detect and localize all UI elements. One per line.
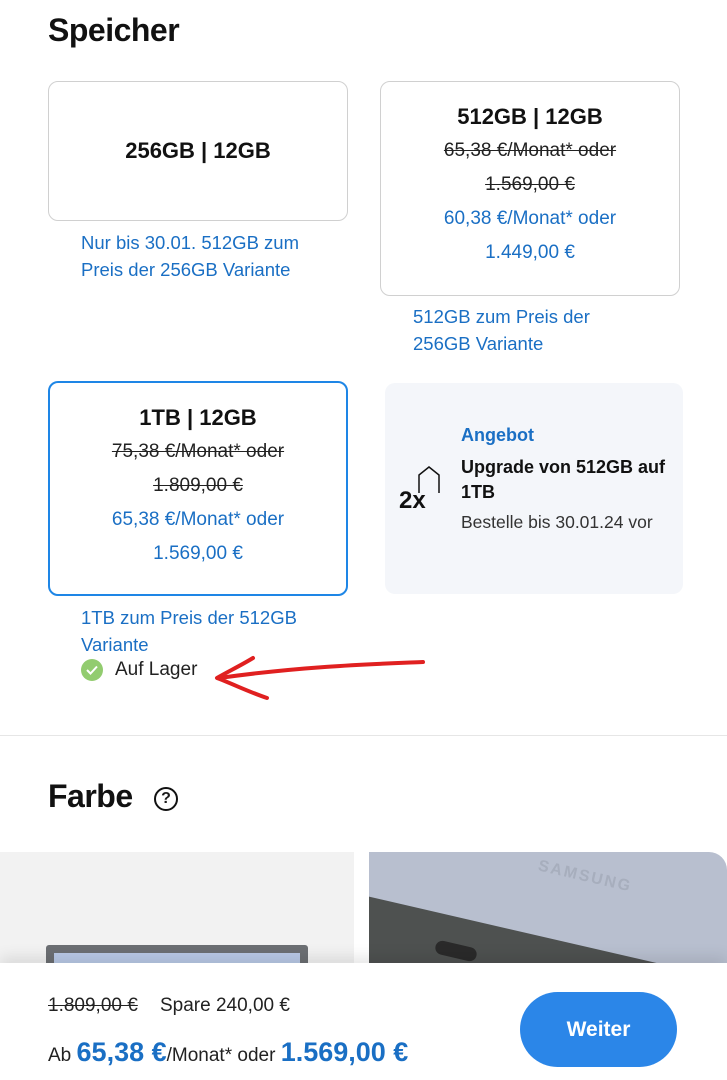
storage-promo-256gb: Nur bis 30.01. 512GB zum Preis der 256GB… bbox=[81, 229, 299, 283]
storage-option-name: 256GB | 12GB bbox=[125, 138, 271, 163]
price: 1.569,00 € bbox=[153, 543, 243, 564]
help-icon[interactable]: ? bbox=[154, 787, 178, 811]
checkout-bar: 1.809,00 € Spare 240,00 € Ab 65,38 €/Mon… bbox=[0, 963, 727, 1080]
total-amount: 1.569,00 € bbox=[280, 1037, 409, 1067]
promo-line: 1TB zum Preis der 512GB bbox=[81, 607, 297, 628]
monthly-price: 65,38 €/Monat* oder bbox=[111, 509, 285, 530]
stock-status: Auf Lager bbox=[81, 659, 197, 681]
device-preview bbox=[369, 892, 727, 972]
offer-label: Angebot bbox=[461, 425, 534, 445]
color-image-1[interactable] bbox=[0, 852, 354, 975]
storage-section-title: Speicher bbox=[48, 12, 180, 48]
offer-box: 2x Angebot Upgrade von 512GB auf 1TB Bes… bbox=[385, 383, 683, 594]
storage-promo-1tb: 1TB zum Preis der 512GB Variante bbox=[81, 604, 297, 658]
continue-button[interactable]: Weiter bbox=[520, 992, 677, 1067]
promo-line: 256GB Variante bbox=[413, 333, 544, 354]
price-prefix: Ab bbox=[48, 1045, 72, 1066]
brand-text: SAMSUNG bbox=[536, 857, 634, 896]
offer-icon-text: 2x bbox=[399, 487, 426, 513]
offer-subtext: Bestelle bis 30.01.24 vor bbox=[461, 512, 653, 532]
stock-label: Auf Lager bbox=[115, 659, 198, 680]
price-summary: Ab 65,38 €/Monat* oder 1.569,00 € bbox=[48, 1037, 408, 1068]
price: 1.449,00 € bbox=[485, 242, 575, 263]
old-monthly-price: 75,38 €/Monat* oder bbox=[111, 441, 285, 462]
upgrade-arrow-icon: 2x bbox=[397, 463, 447, 514]
old-total-price: 1.809,00 € bbox=[48, 995, 138, 1016]
storage-option-1tb[interactable]: 1TB | 12GB 75,38 €/Monat* oder 1.809,00 … bbox=[48, 381, 348, 596]
old-monthly-price: 65,38 €/Monat* oder bbox=[443, 140, 617, 161]
check-circle-icon bbox=[81, 659, 103, 681]
storage-option-256gb[interactable]: 256GB | 12GB bbox=[48, 81, 348, 221]
old-price: 1.809,00 € bbox=[153, 475, 243, 496]
monthly-suffix: /Monat* oder bbox=[166, 1045, 276, 1066]
storage-option-name: 1TB | 12GB bbox=[139, 405, 257, 430]
monthly-amount: 65,38 € bbox=[76, 1037, 167, 1067]
storage-promo-512gb: 512GB zum Preis der 256GB Variante bbox=[413, 303, 590, 357]
storage-option-512gb[interactable]: 512GB | 12GB 65,38 €/Monat* oder 1.569,0… bbox=[380, 81, 680, 296]
offer-headline: Upgrade von 512GB auf 1TB bbox=[461, 457, 666, 502]
old-price: 1.569,00 € bbox=[485, 174, 575, 195]
color-image-2[interactable]: SAMSUNG bbox=[369, 852, 727, 972]
promo-line: Preis der 256GB Variante bbox=[81, 259, 291, 280]
savings-text: Spare 240,00 € bbox=[160, 995, 290, 1016]
storage-option-name: 512GB | 12GB bbox=[457, 104, 603, 129]
color-section-title: Farbe bbox=[48, 778, 133, 814]
annotation-arrow bbox=[215, 656, 425, 700]
promo-line: 512GB zum Preis der bbox=[413, 306, 590, 327]
section-divider bbox=[0, 735, 727, 736]
promo-line: Nur bis 30.01. 512GB zum bbox=[81, 232, 299, 253]
monthly-price: 60,38 €/Monat* oder bbox=[443, 208, 617, 229]
